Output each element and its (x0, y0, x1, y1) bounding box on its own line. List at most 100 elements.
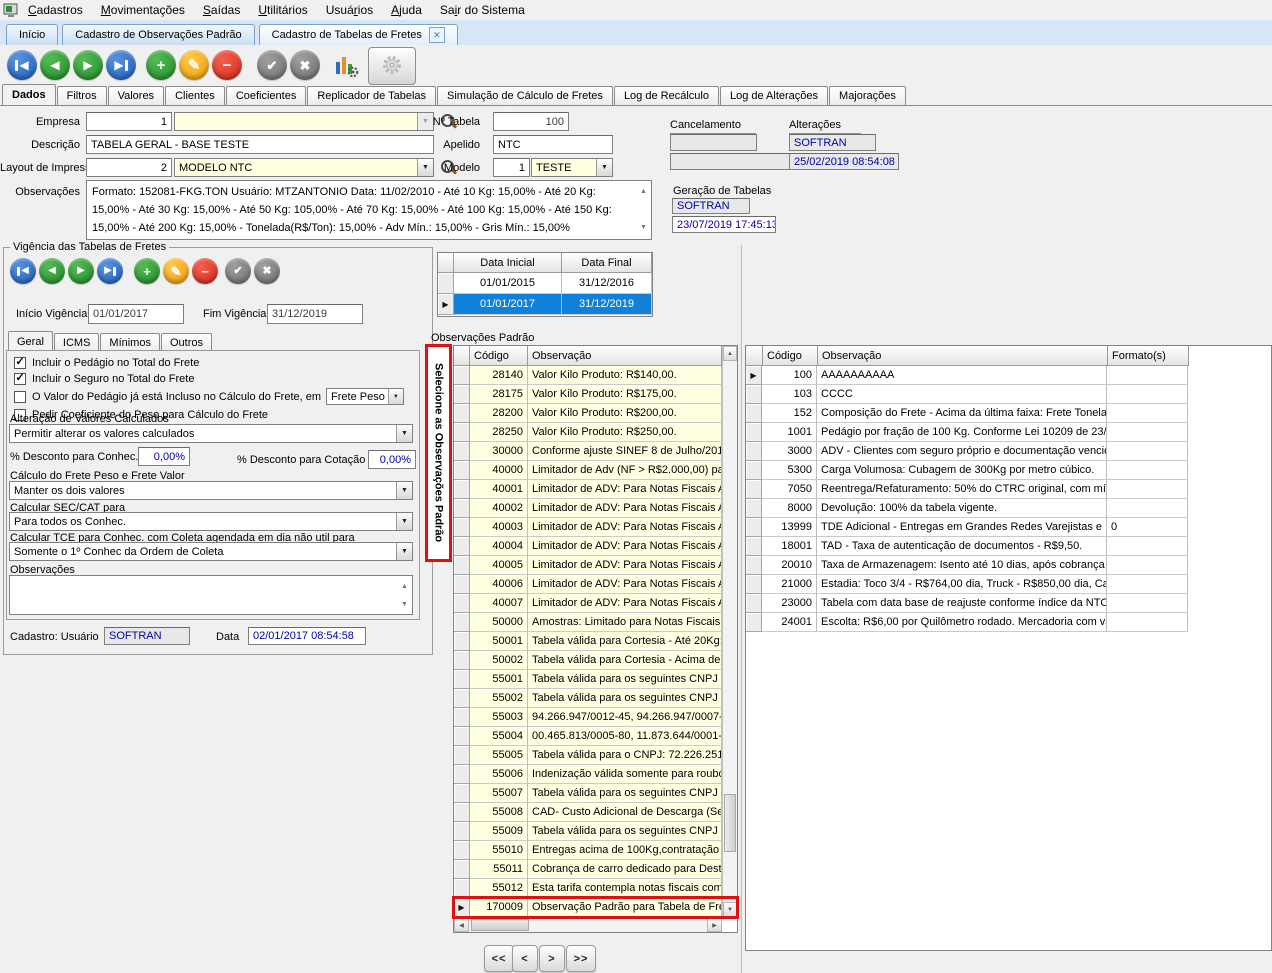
obs-row[interactable]: 28175 Valor Kilo Produto: R$175,00. (454, 385, 737, 404)
observacoes-memo[interactable]: Formato: 152081-FKG.TON Usuário: MTZANTO… (86, 180, 652, 240)
scroll-right-icon[interactable]: ▶ (707, 918, 722, 932)
vig-delete-record-button[interactable]: − (192, 258, 218, 284)
window-tab-cadastro-de-tabelas-de-fretes[interactable]: Cadastro de Tabelas de Fretes ✕ (258, 24, 458, 45)
obs-row[interactable]: 55005 Tabela válida para o CNPJ: 72.226.2… (454, 746, 737, 765)
horizontal-scrollbar[interactable]: ◀ ▶ (454, 917, 722, 932)
panel-splitter[interactable] (740, 245, 742, 973)
obs-row[interactable]: 23000 Tabela com data base de reajuste co… (746, 594, 1271, 613)
vig-previous-record-button[interactable]: ◀ (39, 258, 65, 284)
checkbox[interactable]: ✓ (14, 372, 26, 385)
cancel-button[interactable]: ✖ (290, 50, 320, 80)
obs-row[interactable]: 152 Composição do Frete - Acima da última… (746, 404, 1271, 423)
vig-last-record-button[interactable]: ▶ (97, 258, 123, 284)
vig-tab-icms[interactable]: ICMS (53, 333, 100, 351)
obs-row[interactable]: 40001 Limitador de ADV: Para Notas Fiscai… (454, 480, 737, 499)
tab-valores[interactable]: Valores (107, 86, 165, 105)
obs-row[interactable]: 30000 Conforme ajuste SINEF 8 de Julho/20… (454, 442, 737, 461)
scrollbar-thumb[interactable] (724, 794, 736, 852)
menu-item-utilitarios[interactable]: Utilitários (249, 1, 316, 19)
obs-row[interactable]: 40005 Limitador de ADV: Para Notas Fiscai… (454, 556, 737, 575)
header-codigo[interactable]: Código (470, 346, 528, 366)
selecione-observacoes-annotation[interactable]: Selecione as Observações Padrão (425, 344, 452, 562)
window-tab-inicio[interactable]: Início (6, 24, 59, 45)
obs-row[interactable]: 28250 Valor Kilo Produto: R$250,00. (454, 423, 737, 442)
obs-row[interactable]: 55008 CAD- Custo Adicional de Descarga (S… (454, 803, 737, 822)
obs-row[interactable]: 13999 TDE Adicional - Entregas em Grandes… (746, 518, 1271, 537)
first-record-button[interactable]: ◀ (7, 50, 37, 80)
menu-item-usuarios[interactable]: Usuários (317, 1, 382, 19)
scroll-down-icon[interactable]: ▼ (640, 219, 647, 237)
vig-tab-minimos[interactable]: Mínimos (100, 333, 160, 351)
header-codigo[interactable]: Código (763, 346, 818, 366)
obs-row[interactable]: 24001 Escolta: R$6,00 por Quilômetro roda… (746, 613, 1271, 632)
obs-row[interactable]: 55006 Indenização válida somente para rou… (454, 765, 737, 784)
obs-row[interactable]: 5300 Carga Volumosa: Cubagem de 300Kg por… (746, 461, 1271, 480)
tab-coeficientes[interactable]: Coeficientes (225, 86, 307, 105)
header-observacao[interactable]: Observação (528, 346, 722, 366)
window-tab-cadastro-de-observacoes-padrao[interactable]: Cadastro de Observações Padrão (62, 24, 255, 45)
obs-row[interactable]: 55009 Tabela válida para os seguintes CNP… (454, 822, 737, 841)
obs-row[interactable]: ▶ 100 AAAAAAAAAA (746, 366, 1271, 385)
numero-tabela-field[interactable]: 100 (493, 112, 569, 131)
vig-cancel-button[interactable]: ✖ (254, 258, 280, 284)
tab-replicador-de-tabelas[interactable]: Replicador de Tabelas (307, 86, 437, 105)
tab-clientes[interactable]: Clientes (165, 86, 225, 105)
obs-row[interactable]: 40000 Limitador de Adv (NF > R$2.000,00) … (454, 461, 737, 480)
vig-confirm-button[interactable]: ✔ (225, 258, 251, 284)
menu-item-saidas[interactable]: Saídas (194, 1, 249, 19)
obs-row[interactable]: 55007 Tabela válida para os seguintes CNP… (454, 784, 737, 803)
header-data-final[interactable]: Data Final (562, 253, 652, 273)
tab-log-de-alteracoes[interactable]: Log de Alterações (719, 86, 829, 105)
descricao-field[interactable]: TABELA GERAL - BASE TESTE (86, 135, 434, 154)
vig-add-record-button[interactable]: + (134, 258, 160, 284)
scroll-up-icon[interactable]: ▲ (723, 346, 737, 361)
menu-item-ajuda[interactable]: Ajuda (382, 1, 431, 19)
date-range-row[interactable]: 01/01/2015 31/12/2016 (438, 273, 652, 294)
modelo-name-combo[interactable]: TESTE ▼ (531, 158, 613, 177)
tab-simulacao-de-calculo-de-fretes[interactable]: Simulação de Cálculo de Fretes (437, 86, 613, 105)
obs-row[interactable]: 55001 Tabela válida para os seguintes CNP… (454, 670, 737, 689)
obs-row[interactable]: 40007 Limitador de ADV: Para Notas Fiscai… (454, 594, 737, 613)
calcular-seccat-combo[interactable]: Para todos os Conhec. ▼ (9, 512, 413, 531)
tab-majoracoes[interactable]: Majorações (829, 86, 906, 105)
checkbox[interactable] (14, 390, 26, 403)
tab-close-icon[interactable]: ✕ (428, 27, 445, 43)
pager-last-button[interactable]: >> (566, 945, 596, 972)
frete-peso-combo[interactable]: Frete Peso ▼ (326, 388, 404, 405)
edit-record-button[interactable]: ✎ (179, 50, 209, 80)
scroll-left-icon[interactable]: ◀ (454, 918, 469, 932)
obs-row[interactable]: 40002 Limitador de ADV: Para Notas Fiscai… (454, 499, 737, 518)
vig-observacoes-memo[interactable]: ▲ ▼ (9, 575, 413, 615)
vig-tab-outros[interactable]: Outros (160, 333, 212, 351)
obs-row[interactable]: 40006 Limitador de ADV: Para Notas Fiscai… (454, 575, 737, 594)
pager-next-button[interactable]: > (539, 945, 565, 972)
menu-item-movimentacoes[interactable]: Movimentações (92, 1, 194, 19)
memo-scrollbar[interactable]: ▲ ▼ (638, 183, 649, 237)
add-record-button[interactable]: + (146, 50, 176, 80)
obs-row[interactable]: 55003 94.266.947/0012-45, 94.266.947/0007… (454, 708, 737, 727)
desconto-cotacao-field[interactable]: 0,00% (368, 450, 416, 469)
obs-row[interactable]: 7050 Reentrega/Refaturamento: 50% do CTRC… (746, 480, 1271, 499)
obs-row[interactable]: 50002 Tabela válida para Cortesia - Acima… (454, 651, 737, 670)
obs-row[interactable]: ▶ 170009 Observação Padrão para Tabela de … (452, 896, 739, 919)
tab-dados[interactable]: Dados (2, 84, 56, 105)
scroll-down-icon[interactable]: ▼ (401, 596, 408, 614)
calculo-frete-combo[interactable]: Manter os dois valores ▼ (9, 481, 413, 500)
vig-edit-record-button[interactable]: ✎ (163, 258, 189, 284)
chart-settings-icon[interactable] (333, 52, 359, 81)
empresa-name-combo[interactable]: ▼ (174, 112, 434, 131)
scroll-up-icon[interactable]: ▲ (640, 183, 647, 201)
header-formato[interactable]: Formato(s) (1108, 346, 1189, 366)
tab-log-de-recalculo[interactable]: Log de Recálculo (613, 86, 719, 105)
obs-row[interactable]: 20010 Taxa de Armazenagem: Isento até 10 … (746, 556, 1271, 575)
obs-row[interactable]: 21000 Estadia: Toco 3/4 - R$764,00 dia, T… (746, 575, 1271, 594)
pager-first-button[interactable]: << (484, 945, 514, 972)
obs-row[interactable]: 40004 Limitador de ADV: Para Notas Fiscai… (454, 537, 737, 556)
modelo-code-field[interactable]: 1 (493, 158, 530, 177)
empresa-code-field[interactable]: 1 (86, 112, 172, 131)
header-data-inicial[interactable]: Data Inicial (454, 253, 562, 273)
obs-row[interactable]: 55011 Cobrança de carro dedicado para Des… (454, 860, 737, 879)
pager-previous-button[interactable]: < (512, 945, 538, 972)
obs-row[interactable]: 55002 Tabela válida para os seguintes CNP… (454, 689, 737, 708)
obs-row[interactable]: 55004 00.465.813/0005-80, 11.873.644/0001… (454, 727, 737, 746)
